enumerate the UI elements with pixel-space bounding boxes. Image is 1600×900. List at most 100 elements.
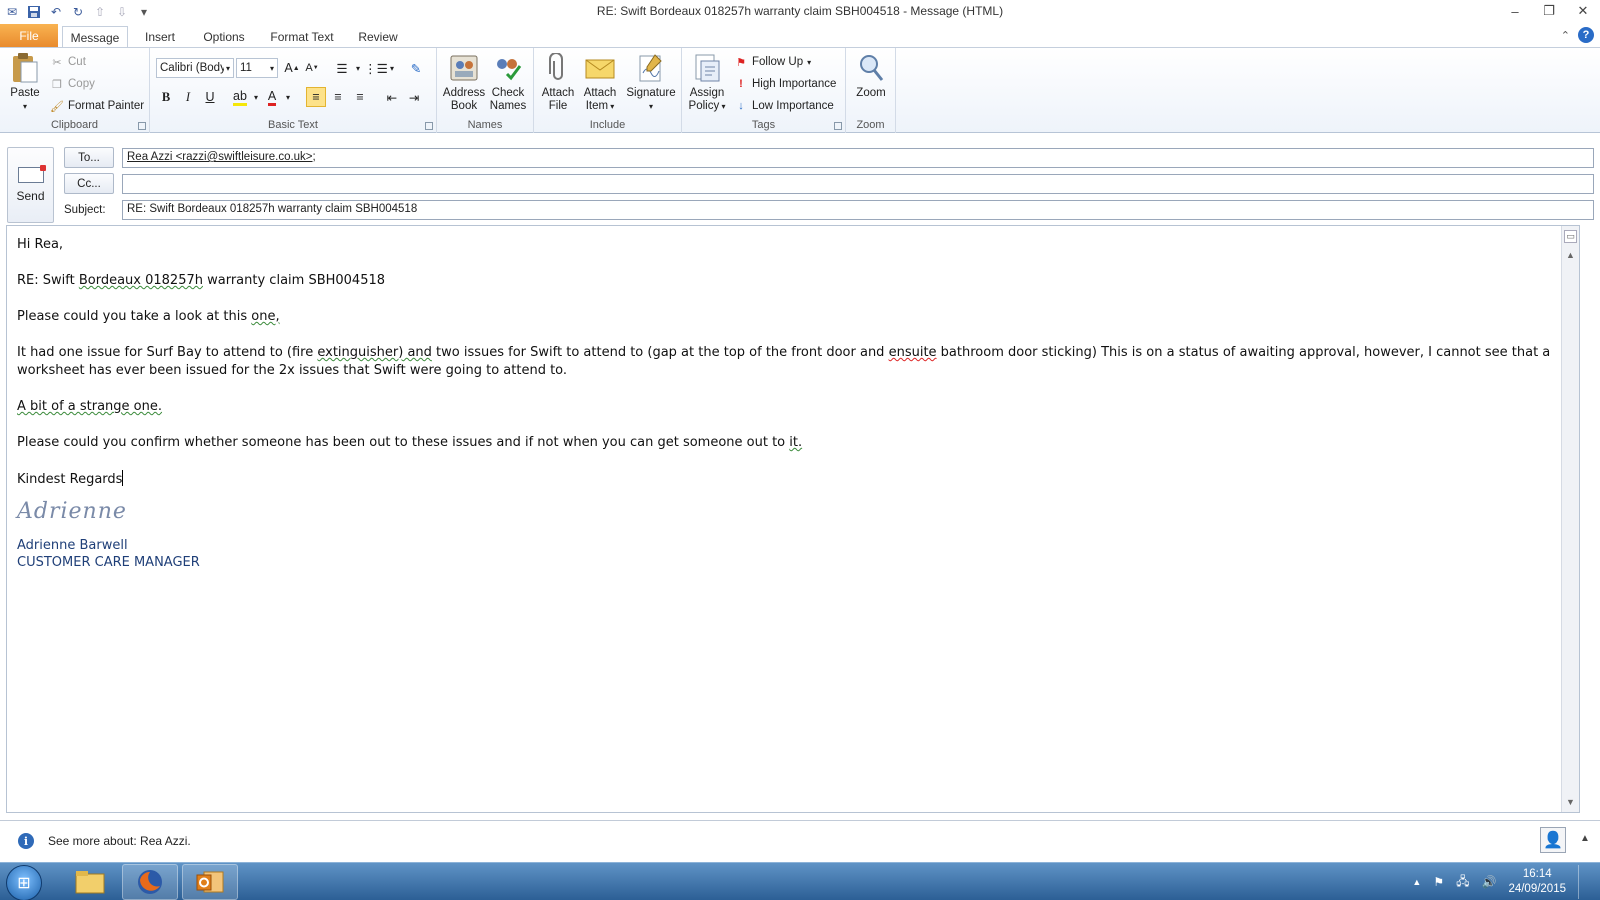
outlook-app-icon[interactable]: ✉ <box>4 4 20 20</box>
tab-options[interactable]: Options <box>196 26 252 48</box>
help-icon[interactable]: ? <box>1578 27 1594 43</box>
italic-button[interactable]: I <box>178 87 198 107</box>
signature-button[interactable]: Signature ▾ <box>624 52 678 113</box>
grow-font-icon[interactable]: A ▲ <box>282 58 302 78</box>
message-body[interactable]: Hi Rea, RE: Swift Bordeaux 018257h warra… <box>6 225 1580 813</box>
tags-group-label: Tags <box>751 119 776 131</box>
copy-button[interactable]: ❐ Copy <box>50 74 95 94</box>
align-left-icon[interactable]: ≡ <box>306 87 326 107</box>
down-arrow-icon: ↓ <box>738 100 744 112</box>
scroll-down-icon[interactable]: ▼ <box>1564 795 1577 808</box>
check-names-label-1: Check <box>491 87 525 99</box>
font-size-value: 11 <box>240 62 252 74</box>
firefox-taskbar-icon[interactable] <box>122 864 178 900</box>
cut-button[interactable]: ✂ Cut <box>50 52 86 72</box>
send-button[interactable]: Send <box>7 147 54 223</box>
tab-review[interactable]: Review <box>350 26 406 48</box>
paragraph-3: A bit of a strange one. <box>17 399 163 414</box>
cc-button[interactable]: Cc... <box>64 173 114 194</box>
chevron-down-icon: ▾ <box>269 63 274 73</box>
cc-field[interactable] <box>122 174 1594 194</box>
attach-file-button[interactable]: Attach File <box>538 52 578 113</box>
undo-icon[interactable]: ↶ <box>48 4 64 20</box>
address-book-button[interactable]: Address Book <box>443 52 485 113</box>
names-group-label: Names <box>467 119 503 131</box>
clock[interactable]: 16:14 24/09/2015 <box>1508 867 1566 897</box>
clear-formatting-icon[interactable]: ✎ <box>406 58 426 78</box>
volume-icon[interactable]: 🔊 <box>1481 875 1496 889</box>
zoom-button[interactable]: Zoom <box>850 52 892 100</box>
follow-up-label: Follow Up <box>752 56 804 68</box>
reference-line: RE: Swift Bordeaux 018257h warranty clai… <box>17 273 386 288</box>
ruler-toggle-icon[interactable]: ▭ <box>1564 230 1577 243</box>
assign-policy-button[interactable]: Assign Policy ▾ <box>686 52 728 113</box>
close-button[interactable]: ✕ <box>1566 0 1600 22</box>
increase-indent-icon[interactable]: ⇥ <box>404 87 424 107</box>
underline-button[interactable]: U <box>200 87 220 107</box>
font-color-dropdown-icon[interactable]: ▾ <box>278 87 298 107</box>
tags-launcher-icon[interactable] <box>834 122 842 130</box>
attach-item-button[interactable]: Attach Item ▾ <box>578 52 622 113</box>
vertical-scrollbar[interactable]: ▭ ▲ ▼ <box>1561 226 1579 812</box>
tab-file[interactable]: File <box>0 24 58 48</box>
show-desktop-button[interactable] <box>1578 865 1588 899</box>
paragraph-2: It had one issue for Surf Bay to attend … <box>17 345 1551 378</box>
paintbrush-icon: 🖌 <box>50 100 64 113</box>
greeting: Hi Rea, <box>17 237 64 252</box>
basic-text-launcher-icon[interactable] <box>425 122 433 130</box>
to-button[interactable]: To... <box>64 147 114 168</box>
body-text[interactable]: Hi Rea, RE: Swift Bordeaux 018257h warra… <box>17 236 1563 571</box>
action-center-flag-icon[interactable]: ⚑ <box>1433 875 1444 889</box>
paste-button[interactable]: Paste ▾ <box>6 52 44 113</box>
low-importance-button[interactable]: ↓ Low Importance <box>734 96 834 116</box>
down-arrow-icon[interactable]: ⇩ <box>114 4 130 20</box>
font-name-combo[interactable]: Calibri (Body) ▾ <box>156 58 234 78</box>
up-arrow-icon[interactable]: ⇧ <box>92 4 108 20</box>
avatar[interactable]: 👤 <box>1540 827 1566 853</box>
maximize-button[interactable]: ❐ <box>1532 0 1566 22</box>
decrease-indent-icon[interactable]: ⇤ <box>382 87 402 107</box>
align-right-icon[interactable]: ≡ <box>350 87 370 107</box>
handwritten-signature: Adrienne <box>17 499 127 524</box>
envelope-icon <box>584 52 616 84</box>
clipboard-launcher-icon[interactable] <box>138 122 146 130</box>
align-center-icon[interactable]: ≡ <box>328 87 348 107</box>
assign-policy-icon <box>691 52 723 84</box>
shrink-font-icon[interactable]: A ▼ <box>302 58 322 78</box>
info-icon: i <box>18 833 34 849</box>
font-size-combo[interactable]: 11 ▾ <box>236 58 278 78</box>
check-names-button[interactable]: Check Names <box>487 52 529 113</box>
tab-format-text[interactable]: Format Text <box>264 26 340 48</box>
tab-insert[interactable]: Insert <box>134 26 186 48</box>
paste-dropdown-icon[interactable]: ▾ <box>23 100 27 113</box>
start-button[interactable]: ⊞ <box>6 865 42 900</box>
network-icon[interactable]: 🖧 <box>1456 872 1469 893</box>
group-basic-text: Calibri (Body) ▾ 11 ▾ A ▲ A ▼ ☰ ▾ ⋮☰ ▾ ✎ B… <box>150 48 437 133</box>
save-icon[interactable] <box>26 4 42 20</box>
format-painter-button[interactable]: 🖌 Format Painter <box>50 96 144 116</box>
high-importance-button[interactable]: ! High Importance <box>734 74 836 94</box>
recipient-chip[interactable]: Rea Azzi <razzi@swiftleisure.co.uk> <box>127 151 313 163</box>
expand-people-pane-icon[interactable]: ▲ <box>1580 833 1590 844</box>
tab-message[interactable]: Message <box>62 26 128 48</box>
customize-toolbar-icon[interactable]: ▾ <box>136 4 152 20</box>
scroll-up-icon[interactable]: ▲ <box>1564 248 1577 261</box>
follow-up-button[interactable]: ⚑ Follow Up ▾ <box>734 52 811 72</box>
minimize-button[interactable]: – <box>1498 0 1532 22</box>
outlook-taskbar-icon[interactable] <box>182 864 238 900</box>
scissors-icon: ✂ <box>52 56 62 69</box>
subject-field[interactable]: RE: Swift Bordeaux 018257h warranty clai… <box>122 200 1594 220</box>
check-names-icon <box>492 52 524 84</box>
explorer-taskbar-icon[interactable] <box>62 864 118 900</box>
show-hidden-icons-icon[interactable]: ▲ <box>1412 877 1421 887</box>
message-header: Send To... Rea Azzi <razzi@swiftleisure.… <box>0 134 1600 223</box>
see-more-link[interactable]: See more about: Rea Azzi. <box>48 834 191 848</box>
attach-item-label-1: Attach <box>583 87 617 99</box>
minimize-ribbon-icon[interactable]: ⌃ <box>1561 29 1570 42</box>
magnifier-icon <box>855 52 887 84</box>
to-field[interactable]: Rea Azzi <razzi@swiftleisure.co.uk>; <box>122 148 1594 168</box>
redo-icon[interactable]: ↻ <box>70 4 86 20</box>
taskbar: ⊞ ▲ ⚑ 🖧 🔊 16:14 24/09/2015 <box>0 862 1600 900</box>
bold-button[interactable]: B <box>156 87 176 107</box>
numbering-dropdown-icon[interactable]: ▾ <box>382 58 402 78</box>
